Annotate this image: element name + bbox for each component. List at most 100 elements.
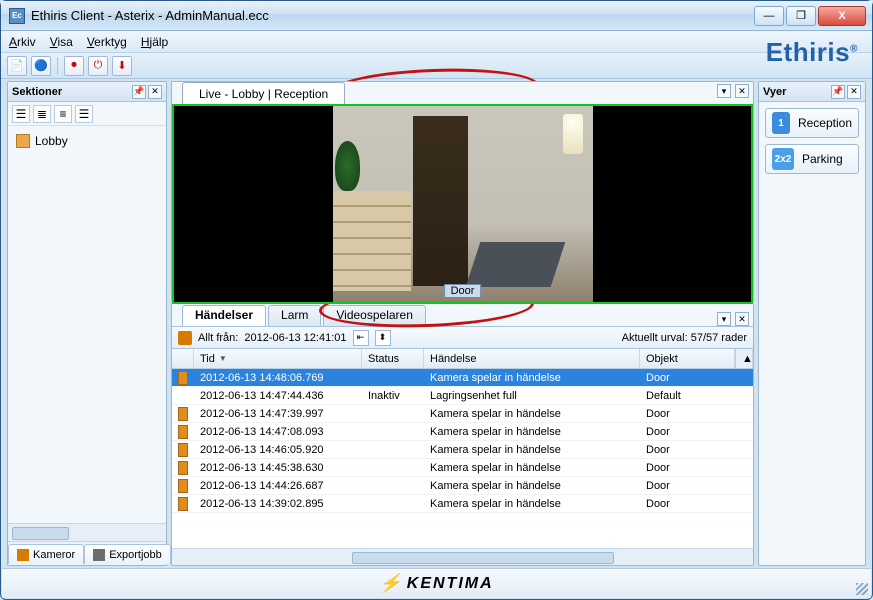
camera-label: Door [444, 284, 482, 298]
filter-button-2[interactable]: ⬍ [375, 330, 391, 346]
events-grid: Tid ▼ Status Händelse Objekt ▲ 2012-06-1… [172, 348, 753, 565]
table-row[interactable]: 2012-06-13 14:44:26.687 Kamera spelar in … [172, 477, 753, 495]
window-title: Ethiris Client - Asterix - AdminManual.e… [31, 8, 754, 23]
view-mode-1-icon[interactable]: ☰ [12, 105, 30, 123]
minimize-button[interactable]: — [754, 6, 784, 26]
cell-objekt: Door [640, 480, 735, 492]
tab-live-lobby-reception[interactable]: Live - Lobby | Reception [182, 82, 345, 104]
cell-objekt: Door [640, 462, 735, 474]
cell-handelse: Kamera spelar in händelse [424, 444, 640, 456]
view-mode-3-icon[interactable]: ≡ [54, 105, 72, 123]
col-status[interactable]: Status [362, 349, 424, 368]
events-grid-header: Tid ▼ Status Händelse Objekt ▲ [172, 349, 753, 369]
kentima-logo: ⚡ KENTIMA [379, 573, 493, 594]
event-row-icon [178, 407, 188, 421]
right-panel-title: Vyer [763, 86, 829, 98]
cell-status: Inaktiv [362, 390, 424, 402]
live-tabbar: Live - Lobby | Reception ▾ ✕ [172, 82, 753, 104]
table-row[interactable]: 2012-06-13 14:39:02.895Kamera spelar in … [172, 495, 753, 513]
menu-hjalp[interactable]: Hjälp [141, 35, 168, 49]
toolbar-download-icon[interactable]: ⬇ [112, 56, 132, 76]
table-row[interactable]: 2012-06-13 14:45:38.630Kamera spelar in … [172, 459, 753, 477]
kentima-text: KENTIMA [407, 575, 494, 593]
horizontal-scrollbar[interactable] [8, 523, 166, 541]
filter-button-1[interactable]: ⇤ [353, 330, 369, 346]
cell-handelse: Kamera spelar in händelse [424, 372, 640, 384]
toolbar-open-icon[interactable]: 📄 [7, 56, 27, 76]
event-row-icon [178, 461, 188, 475]
video-viewport[interactable]: Door [172, 104, 753, 304]
app-icon: Ec [9, 8, 25, 24]
grid-2x2-icon: 2x2 [772, 148, 794, 170]
event-row-icon [178, 371, 188, 385]
maximize-button[interactable]: ❐ [786, 6, 816, 26]
pin-icon[interactable]: 📌 [132, 85, 146, 99]
camera-icon [17, 549, 29, 561]
cell-objekt: Door [640, 498, 735, 510]
table-row[interactable]: 2012-06-13 14:48:06.769 Kamera spelar in … [172, 369, 753, 387]
menu-verktyg[interactable]: Verktyg [87, 35, 127, 49]
dropdown-icon[interactable]: ▾ [717, 84, 731, 98]
cell-tid: 2012-06-13 14:47:44.436 [194, 390, 362, 402]
tab-kameror[interactable]: Kameror [8, 544, 84, 564]
vertical-scroll-head: ▲ [735, 349, 753, 368]
right-panel-header: Vyer 📌 ✕ [759, 82, 865, 102]
close-icon[interactable]: ✕ [735, 312, 749, 326]
table-row[interactable]: 2012-06-13 14:47:08.093Kamera spelar in … [172, 423, 753, 441]
col-handelse[interactable]: Händelse [424, 349, 640, 368]
sort-desc-icon: ▼ [219, 354, 227, 363]
close-icon[interactable]: ✕ [735, 84, 749, 98]
view-label: Reception [798, 116, 852, 130]
cell-handelse: Kamera spelar in händelse [424, 480, 640, 492]
view-reception-button[interactable]: 1 Reception [765, 108, 859, 138]
close-icon[interactable]: ✕ [847, 85, 861, 99]
table-row[interactable]: 2012-06-13 14:47:44.436InaktivLagringsen… [172, 387, 753, 405]
window-titlebar: Ec Ethiris Client - Asterix - AdminManua… [1, 1, 872, 31]
cell-tid: 2012-06-13 14:46:05.920 [194, 444, 362, 456]
close-icon[interactable]: ✕ [148, 85, 162, 99]
tree-item-lobby[interactable]: Lobby [14, 132, 160, 150]
col-tid-label: Tid [200, 353, 215, 365]
resize-grip[interactable] [856, 583, 868, 595]
tab-larm[interactable]: Larm [268, 305, 321, 326]
close-button[interactable]: X [818, 6, 866, 26]
events-horizontal-scrollbar[interactable] [172, 548, 753, 565]
cell-tid: 2012-06-13 14:44:26.687 [194, 480, 362, 492]
left-panel-header: Sektioner 📌 ✕ [8, 82, 166, 102]
tree-item-label: Lobby [35, 134, 68, 148]
view-mode-4-icon[interactable]: ☰ [75, 105, 93, 123]
tab-handelser[interactable]: Händelser [182, 305, 266, 326]
menu-arkiv[interactable]: Arkiv [9, 35, 36, 49]
cell-tid: 2012-06-13 14:47:39.997 [194, 408, 362, 420]
view-label: Parking [802, 152, 843, 166]
filter-value: 2012-06-13 12:41:01 [244, 332, 346, 344]
menu-visa[interactable]: Visa [50, 35, 73, 49]
tab-kameror-label: Kameror [33, 549, 75, 561]
table-row[interactable]: 2012-06-13 14:46:05.920 Kamera spelar in … [172, 441, 753, 459]
toolbar-separator [57, 57, 58, 75]
tab-videospelaren[interactable]: Videospelaren [323, 305, 426, 326]
table-row[interactable]: 2012-06-13 14:47:39.997Kamera spelar in … [172, 405, 753, 423]
views-list: 1 Reception 2x2 Parking [759, 102, 865, 180]
cell-objekt: Door [640, 372, 735, 384]
view-parking-button[interactable]: 2x2 Parking [765, 144, 859, 174]
left-bottom-tabs: Kameror Exportjobb [8, 541, 166, 565]
single-view-icon: 1 [772, 112, 790, 134]
toolbar-connect-icon[interactable]: 🔵 [31, 56, 51, 76]
window-buttons: — ❐ X [754, 6, 866, 26]
col-icon[interactable] [172, 349, 194, 368]
view-mode-2-icon[interactable]: ≣ [33, 105, 51, 123]
event-row-icon [178, 479, 188, 493]
cell-handelse: Kamera spelar in händelse [424, 462, 640, 474]
col-tid[interactable]: Tid ▼ [194, 349, 362, 368]
section-tree: Lobby [8, 126, 166, 523]
tab-exportjobb[interactable]: Exportjobb [84, 544, 171, 564]
filter-label: Allt från: [198, 332, 238, 344]
event-row-icon [178, 425, 188, 439]
toolbar-power-icon[interactable]: ⏻ [88, 56, 108, 76]
dropdown-icon[interactable]: ▾ [717, 312, 731, 326]
cell-tid: 2012-06-13 14:48:06.769 [194, 372, 362, 384]
pin-icon[interactable]: 📌 [831, 85, 845, 99]
col-objekt[interactable]: Objekt [640, 349, 735, 368]
toolbar-record-icon[interactable]: ⏺ [64, 56, 84, 76]
